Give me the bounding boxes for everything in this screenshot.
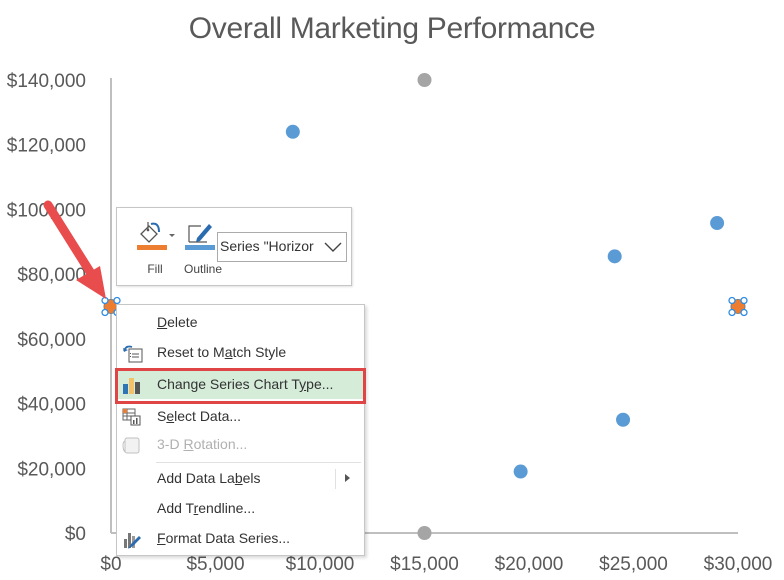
outline-button[interactable]: Outline (175, 216, 223, 278)
fill-color-swatch (137, 245, 167, 250)
paint-bucket-icon (137, 220, 171, 248)
selection-handle[interactable] (740, 296, 748, 305)
y-tick-label: $40,000 (17, 395, 86, 416)
y-tick-label: $120,000 (7, 136, 86, 157)
y-tick-label: $80,000 (17, 265, 86, 286)
menu-item-delete[interactable]: Delete (118, 309, 363, 337)
x-axis-labels: $0 $5,000 $10,000 $15,000 $20,000 $25,000 $30,… (100, 554, 772, 575)
pencil-outline-icon (185, 220, 219, 248)
menu-item-add-data-labels[interactable]: Add Data Labels (118, 465, 363, 493)
selection-handle[interactable] (728, 296, 736, 305)
menu-item-label: Add Data Labels (157, 470, 261, 486)
menu-item-label: Select Data... (157, 408, 242, 424)
x-tick-label: $20,000 (495, 554, 564, 575)
selection-handle[interactable] (101, 296, 109, 305)
x-tick-label: $30,000 (704, 554, 773, 575)
reset-style-icon (122, 344, 143, 363)
chart-type-icon (122, 376, 142, 394)
submenu-arrow-icon[interactable] (345, 474, 350, 482)
series-selector-dropdown[interactable]: Series "Horizor (217, 232, 347, 262)
y-axis-labels: $0$20,000$40,000$60,000$80,000$100,000$1… (7, 71, 86, 545)
series-selector-value: Series "Horizor (220, 238, 314, 254)
menu-separator (156, 462, 361, 463)
x-tick-label: $10,000 (286, 554, 355, 575)
data-point-data[interactable] (513, 464, 528, 479)
data-point-data[interactable] (285, 124, 300, 139)
select-data-icon (122, 408, 142, 426)
data-point-data[interactable] (616, 412, 631, 427)
outline-label: Outline (183, 262, 223, 276)
menu-item-format-data-series[interactable]: Format Data Series... (118, 525, 363, 553)
outline-color-swatch (185, 245, 215, 250)
menu-item-label: 3-D Rotation... (157, 436, 248, 452)
menu-item-label: Add Trendline... (157, 500, 256, 516)
data-point-vertical[interactable] (417, 73, 432, 87)
3d-rotation-icon (122, 436, 142, 454)
data-point-data[interactable] (607, 249, 622, 264)
menu-item-3d-rotation: 3-D Rotation... (118, 431, 363, 459)
menu-item-label: Format Data Series... (157, 530, 291, 546)
menu-item-add-trendline[interactable]: Add Trendline... (118, 495, 363, 523)
selection-handle[interactable] (740, 308, 748, 317)
x-tick-label: $25,000 (599, 554, 668, 575)
fill-button[interactable]: Fill (127, 216, 175, 278)
submenu-divider (335, 469, 336, 489)
menu-item-label: Reset to Match Style (157, 344, 287, 360)
y-tick-label: $140,000 (7, 71, 86, 92)
menu-item-reset-to-match-style[interactable]: Reset to Match Style (118, 339, 363, 367)
chevron-down-icon (324, 240, 342, 256)
x-tick-label: $0 (100, 554, 121, 575)
format-mini-toolbar: Fill Outline Series "Horizor (116, 207, 352, 286)
format-series-icon (122, 530, 142, 549)
menu-item-label: Change Series Chart Type... (157, 376, 334, 392)
x-tick-label: $15,000 (390, 554, 459, 575)
context-menu: Delete Reset to Match Style Change Serie… (115, 304, 366, 556)
y-tick-label: $20,000 (17, 459, 86, 480)
selection-handle[interactable] (113, 296, 121, 305)
y-tick-label: $60,000 (17, 330, 86, 351)
menu-item-change-series-chart-type[interactable]: Change Series Chart Type... (115, 368, 366, 404)
y-tick-label: $0 (65, 524, 86, 545)
x-tick-label: $5,000 (186, 554, 244, 575)
data-point-data[interactable] (710, 216, 725, 231)
menu-item-label: Delete (157, 314, 198, 330)
selection-handle[interactable] (728, 308, 736, 317)
data-point-vertical[interactable] (417, 526, 432, 540)
menu-item-select-data[interactable]: Select Data... (118, 403, 363, 431)
selection-handle[interactable] (101, 308, 109, 317)
